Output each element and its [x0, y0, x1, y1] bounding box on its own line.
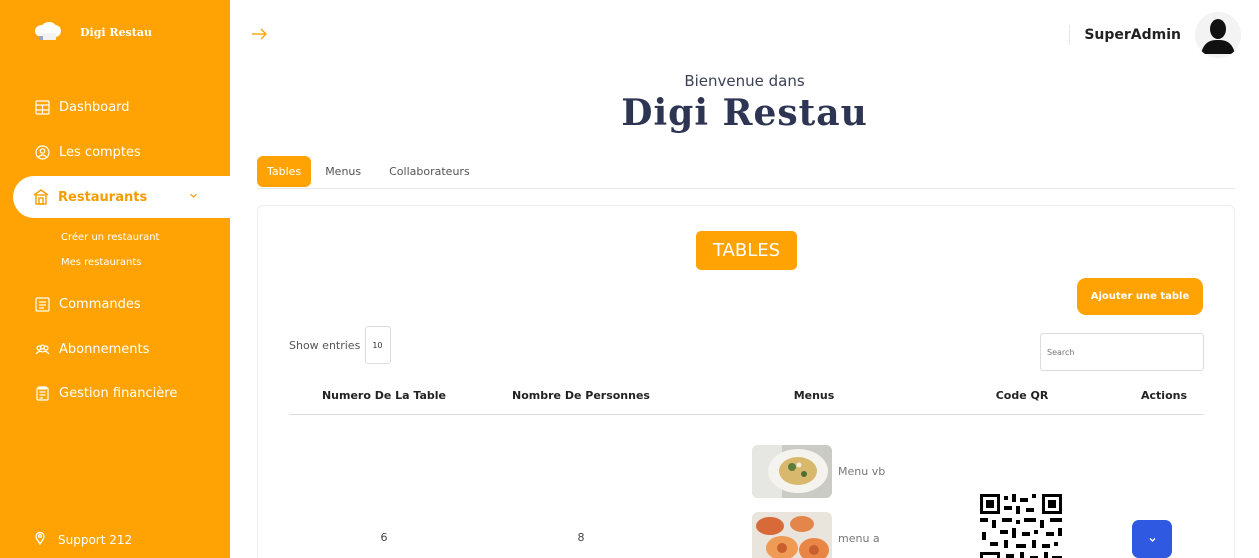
- menu-item[interactable]: Menu vb: [752, 445, 885, 498]
- brand[interactable]: Digi Restau: [34, 22, 152, 42]
- sidebar-item-label: Les comptes: [59, 144, 141, 160]
- page-title: Digi Restau: [621, 92, 868, 134]
- sidebar-item-subscriptions[interactable]: Abonnements: [0, 329, 230, 369]
- accounts-icon: [34, 144, 50, 160]
- location-pin-icon: [34, 531, 46, 548]
- sidebar-item-label: Restaurants: [58, 189, 148, 205]
- support-link[interactable]: Support 212: [34, 531, 132, 548]
- table-number-cell: 6: [380, 531, 388, 544]
- menu-name: menu a: [838, 532, 880, 545]
- tab-menus[interactable]: Menus: [311, 156, 375, 187]
- sidebar-subitem-my-restaurants[interactable]: Mes restaurants: [61, 257, 142, 268]
- sidebar-item-accounts[interactable]: Les comptes: [0, 132, 230, 172]
- welcome-text: Bienvenue dans: [684, 72, 805, 90]
- entries-select[interactable]: 10: [365, 326, 392, 364]
- column-header-qr[interactable]: Code QR: [957, 389, 1087, 402]
- sidebar-subitem-create-restaurant[interactable]: Créer un restaurant: [61, 232, 159, 243]
- table-header: Numero De La Table Nombre De Personnes M…: [289, 386, 1204, 415]
- people-count-cell: 8: [577, 531, 585, 544]
- add-table-button[interactable]: Ajouter une table: [1077, 278, 1203, 315]
- sidebar-item-label: Commandes: [59, 296, 141, 312]
- search-input[interactable]: [1040, 333, 1204, 371]
- menu-name: Menu vb: [838, 465, 886, 478]
- row-actions-button[interactable]: [1132, 520, 1172, 558]
- qr-code[interactable]: [980, 494, 1066, 558]
- sidebar-item-label: Dashboard: [59, 99, 130, 115]
- sidebar-item-orders[interactable]: Commandes: [0, 284, 230, 324]
- divider: [1069, 25, 1071, 45]
- menu-item[interactable]: menu a: [752, 512, 880, 558]
- chevron-down-icon: [1149, 537, 1155, 542]
- sidebar-item-restaurants[interactable]: Restaurants: [13, 176, 230, 218]
- brand-name: Digi Restau: [80, 25, 152, 39]
- show-entries-label: Show entries: [289, 338, 361, 352]
- user-name: SuperAdmin: [1084, 27, 1181, 43]
- column-header-actions[interactable]: Actions: [1109, 389, 1219, 402]
- dashboard-icon: [34, 99, 50, 115]
- support-label: Support 212: [58, 532, 133, 547]
- sidebar-item-label: Gestion financière: [59, 385, 178, 401]
- column-header-personnes[interactable]: Nombre De Personnes: [481, 389, 681, 402]
- menu-photo: [752, 512, 832, 558]
- menu-photo: [752, 445, 832, 498]
- sidebar-item-dashboard[interactable]: Dashboard: [0, 87, 230, 127]
- user-silhouette-icon: [1195, 12, 1241, 58]
- column-header-numero[interactable]: Numero De La Table: [289, 389, 479, 402]
- sidebar-item-label: Abonnements: [59, 341, 150, 357]
- app-root: Digi Restau Dashboard Les comptes Restau…: [0, 0, 1259, 558]
- chevron-down-icon[interactable]: [189, 189, 198, 204]
- subscriptions-icon: [34, 341, 50, 357]
- tab-tables[interactable]: Tables: [257, 156, 312, 187]
- user-menu[interactable]: SuperAdmin: [1069, 12, 1241, 58]
- card-title: TABLES: [696, 231, 797, 270]
- orders-icon: [34, 296, 50, 312]
- tab-collaborateurs[interactable]: Collaborateurs: [375, 156, 484, 187]
- chef-hat-logo-icon: [35, 22, 61, 40]
- column-header-menus[interactable]: Menus: [719, 389, 909, 402]
- show-entries: Show entries 10: [289, 326, 392, 364]
- avatar[interactable]: [1195, 12, 1241, 58]
- restaurant-icon: [33, 189, 49, 205]
- sidebar: Digi Restau Dashboard Les comptes Restau…: [0, 0, 230, 558]
- finance-icon: [34, 385, 50, 401]
- arrow-right-icon[interactable]: [250, 24, 270, 44]
- tab-bar: Tables Menus Collaborateurs: [257, 156, 1235, 189]
- tables-card: TABLES Ajouter une table Show entries 10…: [257, 205, 1235, 558]
- sidebar-item-finance[interactable]: Gestion financière: [0, 373, 230, 413]
